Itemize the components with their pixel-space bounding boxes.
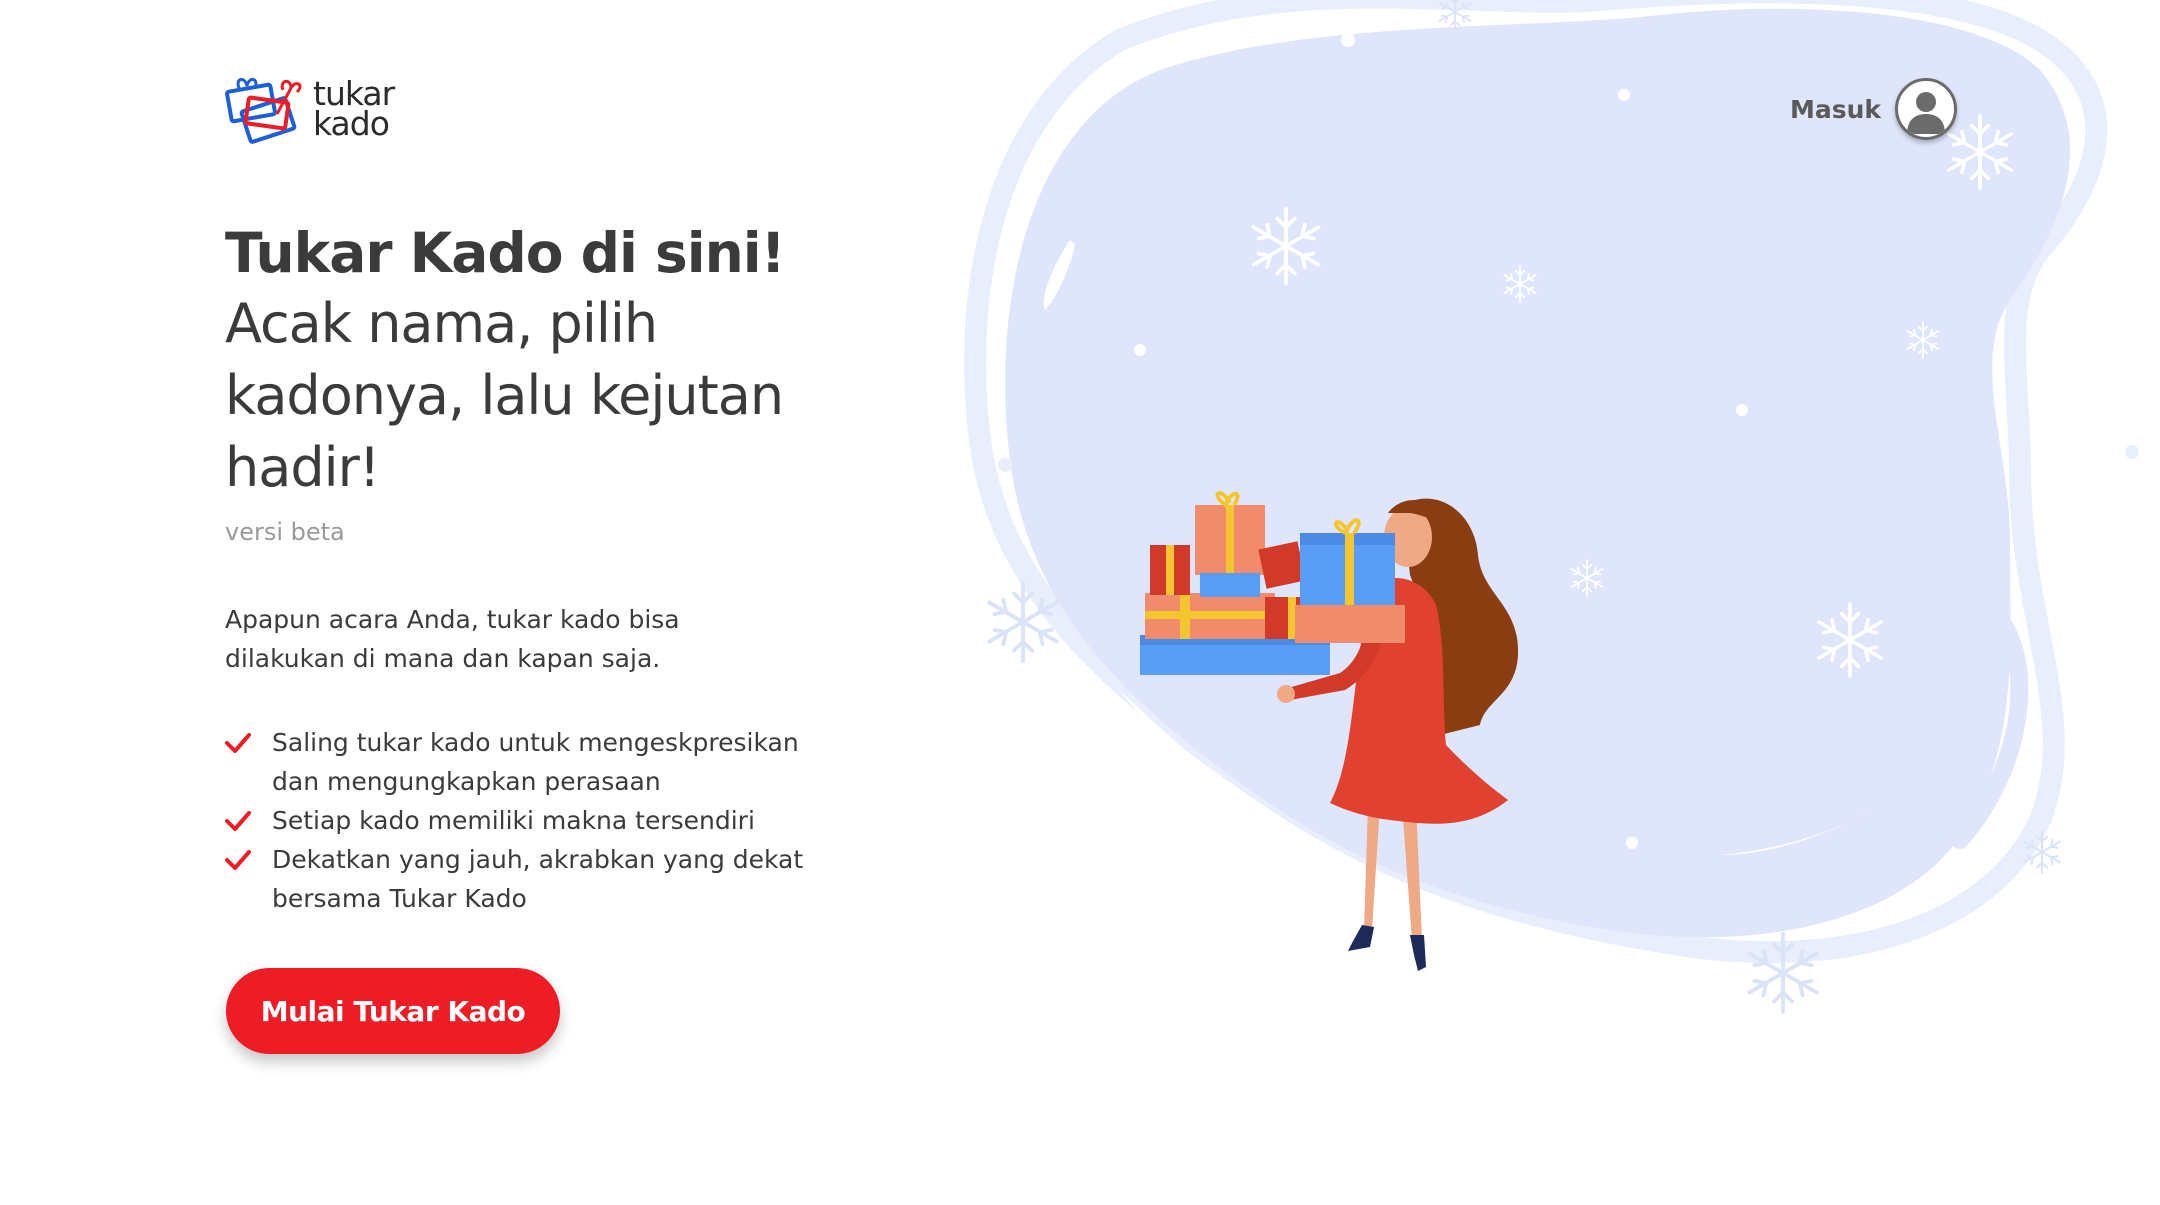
landing-page: tukar kado Masuk Tukar Kado di sini! Aca… xyxy=(0,0,2160,1205)
intro-text: Apapun acara Anda, tukar kado bisa dilak… xyxy=(225,605,680,673)
brand-logo[interactable]: tukar kado xyxy=(225,74,395,144)
feature-list: Saling tukar kado untuk mengeskpresikan … xyxy=(225,723,805,918)
start-exchange-button[interactable]: Mulai Tukar Kado xyxy=(226,968,560,1054)
login-link[interactable]: Masuk xyxy=(1790,78,1958,140)
version-label: versi beta xyxy=(225,518,345,546)
brand-wordmark: tukar kado xyxy=(313,77,395,143)
feature-text: Saling tukar kado untuk mengeskpresikan … xyxy=(272,728,799,796)
gift-box-logo-icon xyxy=(225,78,302,144)
feature-item: Dekatkan yang jauh, akrabkan yang dekat … xyxy=(225,840,805,918)
feature-item: Setiap kado memiliki makna tersendiri xyxy=(225,801,805,840)
woman-with-gifts-illustration xyxy=(1140,491,1519,971)
hero-title: Tukar Kado di sini! xyxy=(225,221,786,285)
user-silhouette-icon xyxy=(1907,92,1946,134)
feature-item: Saling tukar kado untuk mengeskpresikan … xyxy=(225,723,805,801)
feature-text: Dekatkan yang jauh, akrabkan yang dekat … xyxy=(272,845,804,913)
feature-text: Setiap kado memiliki makna tersendiri xyxy=(272,806,755,835)
user-avatar-icon[interactable] xyxy=(1895,78,1958,140)
check-icon xyxy=(225,811,251,831)
check-icon xyxy=(225,850,251,870)
brand-word-2: kado xyxy=(313,104,390,143)
check-icon xyxy=(225,733,251,753)
login-label[interactable]: Masuk xyxy=(1790,95,1881,124)
hero-section: Tukar Kado di sini! Acak nama, pilih kad… xyxy=(225,218,845,546)
hero-subtitle: Acak nama, pilih kadonya, lalu kejutan h… xyxy=(225,292,784,499)
